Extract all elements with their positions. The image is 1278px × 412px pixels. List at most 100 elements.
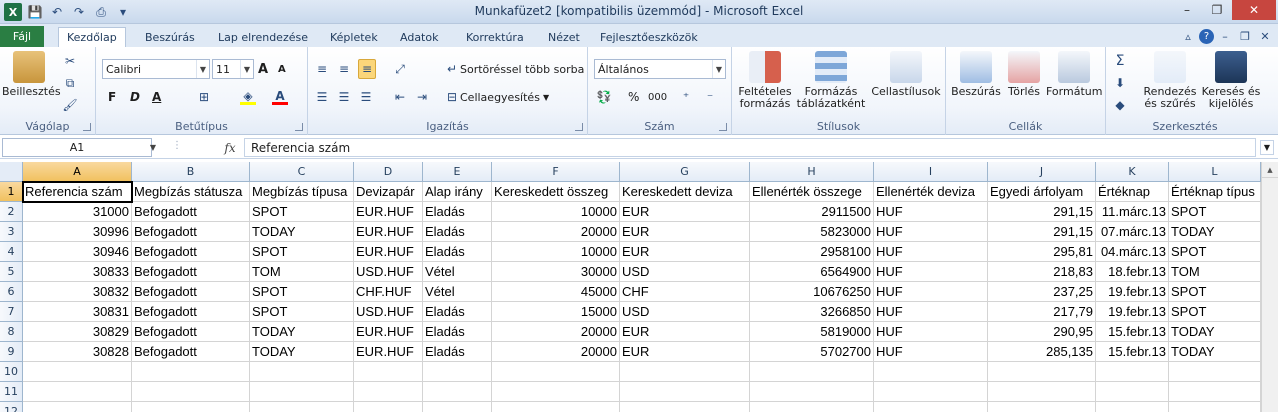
header-cell[interactable]: Megbízás státusza xyxy=(132,182,250,202)
insert-cells-button[interactable]: Beszúrás xyxy=(950,51,1002,98)
font-color-button[interactable]: A xyxy=(272,87,288,107)
table-cell[interactable]: Eladás xyxy=(423,342,492,362)
table-cell[interactable]: EUR xyxy=(620,222,750,242)
select-all-corner[interactable] xyxy=(0,162,23,182)
minimize-ribbon-icon[interactable]: ▵ xyxy=(1179,27,1197,45)
table-cell[interactable]: Befogadott xyxy=(132,202,250,222)
borders-button[interactable]: ⊞ xyxy=(196,87,212,107)
table-cell[interactable]: SPOT xyxy=(1169,242,1261,262)
table-cell[interactable]: TODAY xyxy=(250,222,354,242)
table-cell[interactable]: 30828 xyxy=(23,342,132,362)
cut-button[interactable]: ✂ xyxy=(62,51,78,71)
column-header[interactable]: D xyxy=(354,162,423,182)
table-cell[interactable] xyxy=(1096,362,1169,382)
table-cell[interactable]: 291,15 xyxy=(988,222,1096,242)
header-cell[interactable]: Értéknap típus xyxy=(1169,182,1261,202)
table-cell[interactable]: 20000 xyxy=(492,222,620,242)
shrink-font-button[interactable]: A xyxy=(278,59,286,79)
header-cell[interactable]: Megbízás típusa xyxy=(250,182,354,202)
table-cell[interactable]: 31000 xyxy=(23,202,132,222)
close-button[interactable]: ✕ xyxy=(1232,0,1276,20)
row-header[interactable]: 8 xyxy=(0,322,23,342)
tab-home[interactable]: Kezdőlap xyxy=(58,27,126,47)
header-cell[interactable]: Referencia szám xyxy=(22,181,133,203)
paste-button[interactable]: Beillesztés xyxy=(2,51,61,98)
table-cell[interactable] xyxy=(250,402,354,412)
workbook-restore-icon[interactable]: ❐ xyxy=(1236,27,1254,45)
italic-button[interactable]: D xyxy=(130,87,140,107)
font-name-combo[interactable]: Calibri ▼ xyxy=(102,59,210,79)
table-cell[interactable]: TOM xyxy=(250,262,354,282)
delete-cells-button[interactable]: Törlés xyxy=(1002,51,1046,98)
copy-button[interactable]: ⧉ xyxy=(62,73,78,93)
column-header[interactable]: H xyxy=(750,162,874,182)
column-header[interactable]: A xyxy=(23,162,132,182)
table-cell[interactable]: 19.febr.13 xyxy=(1096,302,1169,322)
table-cell[interactable]: 20000 xyxy=(492,342,620,362)
fill-color-button[interactable]: ◈ xyxy=(240,87,256,107)
tab-page-layout[interactable]: Lap elrendezése xyxy=(210,27,316,47)
table-cell[interactable]: 30832 xyxy=(23,282,132,302)
table-cell[interactable] xyxy=(132,382,250,402)
table-cell[interactable]: 30996 xyxy=(23,222,132,242)
table-cell[interactable]: EUR xyxy=(620,242,750,262)
table-cell[interactable]: TODAY xyxy=(250,342,354,362)
table-cell[interactable]: 10676250 xyxy=(750,282,874,302)
table-cell[interactable]: TODAY xyxy=(250,322,354,342)
table-cell[interactable] xyxy=(423,362,492,382)
table-cell[interactable] xyxy=(132,362,250,382)
name-box[interactable]: A1 xyxy=(2,138,152,157)
table-cell[interactable]: Eladás xyxy=(423,302,492,322)
number-launcher[interactable] xyxy=(719,123,727,131)
column-header[interactable]: E xyxy=(423,162,492,182)
wrap-text-button[interactable]: ↵ Sortöréssel több sorba xyxy=(444,59,584,79)
table-cell[interactable]: Eladás xyxy=(423,222,492,242)
find-select-button[interactable]: Keresés és kijelölés xyxy=(1200,51,1262,110)
tab-insert[interactable]: Beszúrás xyxy=(137,27,203,47)
font-launcher[interactable] xyxy=(295,123,303,131)
table-cell[interactable] xyxy=(250,362,354,382)
align-middle-button[interactable]: ≡ xyxy=(336,59,352,79)
table-cell[interactable]: USD.HUF xyxy=(354,262,423,282)
restore-button[interactable]: ❐ xyxy=(1202,0,1232,20)
alignment-launcher[interactable] xyxy=(575,123,583,131)
table-cell[interactable] xyxy=(620,402,750,412)
table-cell[interactable]: USD xyxy=(620,262,750,282)
table-cell[interactable]: Befogadott xyxy=(132,302,250,322)
sort-filter-button[interactable]: Rendezés és szűrés xyxy=(1140,51,1200,110)
header-cell[interactable]: Alap irány xyxy=(423,182,492,202)
tab-data[interactable]: Adatok xyxy=(392,27,446,47)
table-cell[interactable] xyxy=(132,402,250,412)
table-cell[interactable] xyxy=(988,402,1096,412)
table-cell[interactable]: EUR.HUF xyxy=(354,342,423,362)
column-header[interactable]: C xyxy=(250,162,354,182)
table-cell[interactable]: 295,81 xyxy=(988,242,1096,262)
table-cell[interactable]: TODAY xyxy=(1169,322,1261,342)
table-cell[interactable]: 3266850 xyxy=(750,302,874,322)
column-header[interactable]: B xyxy=(132,162,250,182)
increase-decimal-button[interactable]: ⁺ xyxy=(678,87,694,107)
table-cell[interactable]: Eladás xyxy=(423,322,492,342)
grow-font-button[interactable]: A xyxy=(258,59,268,79)
header-cell[interactable]: Devizapár xyxy=(354,182,423,202)
table-cell[interactable]: 15.febr.13 xyxy=(1096,342,1169,362)
table-cell[interactable]: SPOT xyxy=(250,242,354,262)
workbook-close-icon[interactable]: ✕ xyxy=(1256,27,1274,45)
autosum-button[interactable]: Σ xyxy=(1112,51,1128,71)
table-cell[interactable]: Befogadott xyxy=(132,282,250,302)
align-center-button[interactable]: ☰ xyxy=(336,87,352,107)
orientation-button[interactable]: ⤢ xyxy=(392,59,408,79)
row-header[interactable]: 6 xyxy=(0,282,23,302)
table-cell[interactable]: 11.márc.13 xyxy=(1096,202,1169,222)
table-cell[interactable] xyxy=(423,382,492,402)
align-top-button[interactable]: ≡ xyxy=(314,59,330,79)
number-format-combo[interactable]: Általános ▼ xyxy=(594,59,726,79)
table-cell[interactable] xyxy=(250,382,354,402)
row-header[interactable]: 9 xyxy=(0,342,23,362)
bold-button[interactable]: F xyxy=(108,87,116,107)
header-cell[interactable]: Ellenérték deviza xyxy=(874,182,988,202)
table-cell[interactable] xyxy=(620,382,750,402)
column-header[interactable]: J xyxy=(988,162,1096,182)
minimize-button[interactable]: – xyxy=(1172,0,1202,20)
table-cell[interactable]: Befogadott xyxy=(132,242,250,262)
